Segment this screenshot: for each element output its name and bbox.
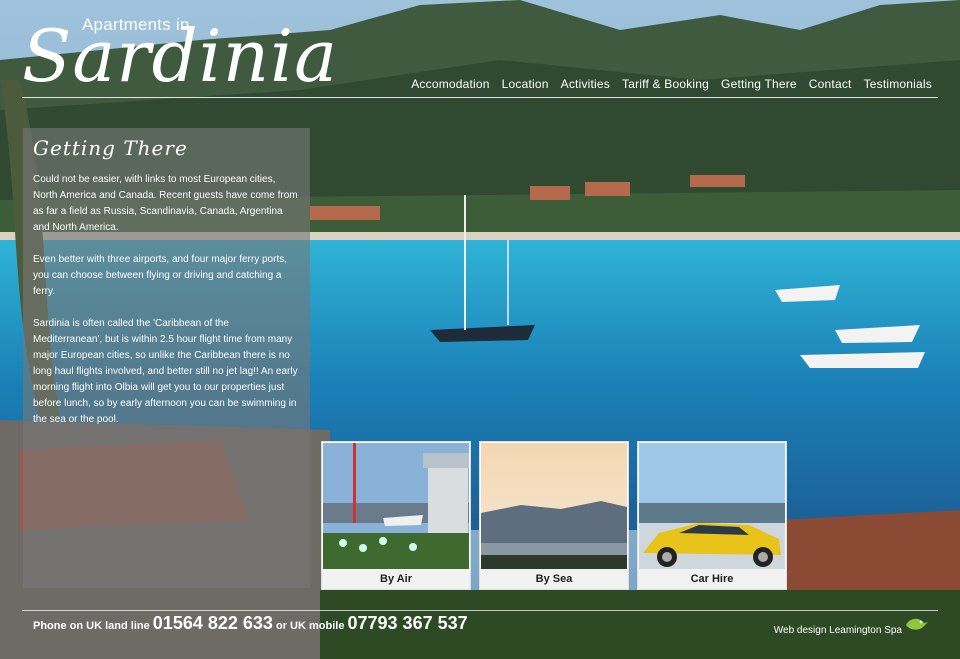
nav-divider bbox=[22, 97, 938, 98]
site-logo[interactable]: Apartments in Sardinia bbox=[22, 12, 337, 104]
landline-label: Phone on UK land line bbox=[33, 620, 150, 632]
tile-car-hire[interactable]: Car Hire bbox=[637, 441, 787, 590]
airport-image bbox=[323, 443, 469, 569]
main-nav: Accomodation Location Activities Tariff … bbox=[411, 77, 932, 91]
logo-title: Sardinia bbox=[22, 14, 339, 98]
sea-image bbox=[481, 443, 627, 569]
nav-contact[interactable]: Contact bbox=[809, 77, 852, 91]
tile-label: Car Hire bbox=[638, 569, 786, 589]
paragraph: Could not be easier, with links to most … bbox=[33, 174, 298, 233]
tile-label: By Sea bbox=[480, 569, 628, 589]
page-title: Getting There bbox=[33, 136, 188, 160]
landline-number[interactable]: 01564 822 633 bbox=[153, 613, 273, 633]
paragraph: Sardinia is often called the 'Caribbean … bbox=[33, 318, 298, 425]
phone-line: Phone on UK land line 01564 822 633 or U… bbox=[33, 613, 468, 634]
panel-body: Could not be easier, with links to most … bbox=[33, 172, 298, 444]
transport-tiles: By Air By Sea Car Hire bbox=[321, 441, 787, 590]
nav-testimonials[interactable]: Testimonials bbox=[864, 77, 932, 91]
tile-by-sea[interactable]: By Sea bbox=[479, 441, 629, 590]
nav-location[interactable]: Location bbox=[502, 77, 549, 91]
footer-divider bbox=[22, 610, 938, 611]
paragraph: Even better with three airports, and fou… bbox=[33, 254, 287, 297]
mobile-label: or UK mobile bbox=[275, 620, 345, 632]
web-design-credit[interactable]: Web design Leamington Spa bbox=[774, 625, 902, 636]
mobile-number[interactable]: 07793 367 537 bbox=[348, 613, 468, 633]
tile-label: By Air bbox=[322, 569, 470, 589]
nav-tariff-booking[interactable]: Tariff & Booking bbox=[622, 77, 709, 91]
content-panel: Getting There Could not be easier, with … bbox=[23, 128, 310, 588]
bird-icon[interactable] bbox=[904, 615, 928, 638]
nav-activities[interactable]: Activities bbox=[561, 77, 610, 91]
tile-by-air[interactable]: By Air bbox=[321, 441, 471, 590]
nav-accomodation[interactable]: Accomodation bbox=[411, 77, 489, 91]
nav-getting-there[interactable]: Getting There bbox=[721, 77, 797, 91]
car-image bbox=[639, 443, 785, 569]
